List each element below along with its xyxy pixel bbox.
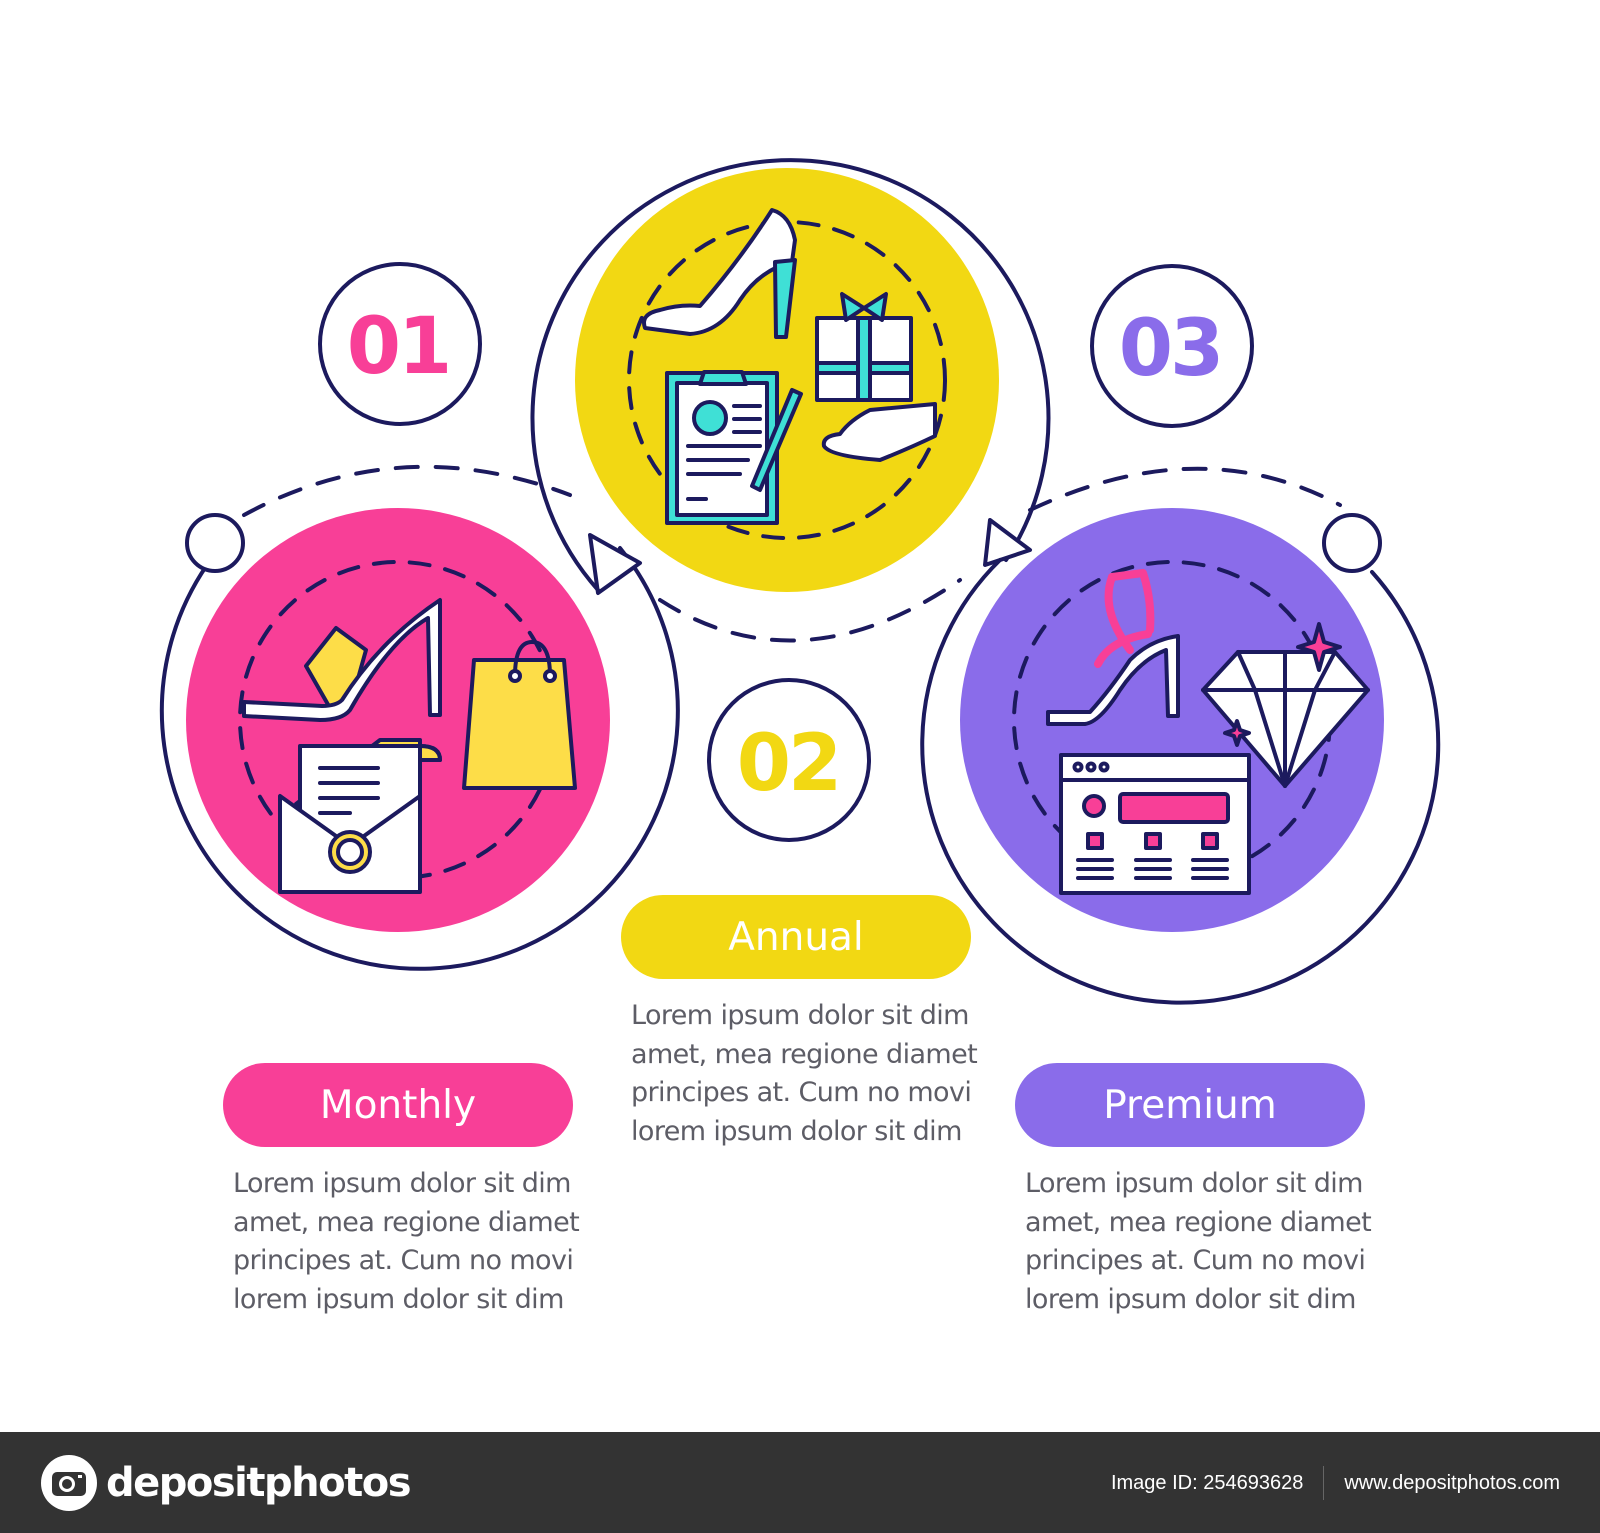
shopping-bag-icon <box>462 640 577 790</box>
step-2-description: Lorem ipsum dolor sit dim amet, mea regi… <box>631 997 991 1151</box>
step-1-number: 01 <box>347 302 450 392</box>
step-3-label-pill: Premium <box>1015 1063 1365 1147</box>
step-1-label: Monthly <box>319 1082 477 1128</box>
dashed-connector-right <box>1028 466 1342 512</box>
step-2-label-pill: Annual <box>621 895 971 979</box>
step-1-description-line: Lorem ipsum dolor sit dim <box>233 1168 571 1199</box>
meta-divider <box>1323 1466 1325 1500</box>
step-3-description: Lorem ipsum dolor sit dim amet, mea regi… <box>1025 1165 1385 1319</box>
image-id: Image ID: 254693628 <box>1110 1471 1304 1494</box>
camera-logo-icon <box>41 1455 97 1511</box>
step-3-description-line: amet, mea regione diamet <box>1025 1206 1372 1238</box>
step-1-ring-node <box>185 513 245 573</box>
step-1-arrow-icon <box>588 533 642 595</box>
step-3-label: Premium <box>1103 1082 1277 1128</box>
step-1-description-line: principes at. Cum no movi <box>233 1245 574 1276</box>
brand-logo[interactable]: depositphotos <box>40 1454 412 1512</box>
step-3-ring-node <box>1322 513 1382 573</box>
step-2-number: 02 <box>737 719 840 809</box>
watermark-footer: depositphotos Image ID: 254693628 www.de… <box>0 1432 1600 1533</box>
step-2-description-line: principes at. Cum no movi <box>631 1077 972 1108</box>
step-3-description-line: Lorem ipsum dolor sit dim <box>1025 1168 1363 1199</box>
step-3-number: 03 <box>1119 304 1222 394</box>
step-2-description-line: Lorem ipsum dolor sit dim <box>631 1000 969 1031</box>
step-3-description-line: lorem ipsum dolor sit dim <box>1025 1283 1356 1315</box>
step-1-description-line: amet, mea regione diamet <box>233 1206 580 1238</box>
envelope-letter-icon <box>278 738 442 894</box>
step-2-description-line: lorem ipsum dolor sit dim <box>631 1115 962 1147</box>
step-1-description-line: lorem ipsum dolor sit dim <box>233 1283 564 1315</box>
web-page-icon <box>1059 753 1251 895</box>
dashed-connector-left <box>242 464 572 517</box>
step-2-description-line: amet, mea regione diamet <box>631 1038 978 1070</box>
step-1-description: Lorem ipsum dolor sit dim amet, mea regi… <box>233 1165 593 1319</box>
step-1-label-pill: Monthly <box>223 1063 573 1147</box>
step-2-label: Annual <box>728 914 864 960</box>
website-link[interactable]: www.depositphotos.com <box>1344 1472 1560 1495</box>
brand-name: depositphotos <box>106 1460 412 1506</box>
image-meta: Image ID: 254693628 www.depositphotos.co… <box>1111 1466 1560 1500</box>
step-3-description-line: principes at. Cum no movi <box>1025 1245 1366 1276</box>
